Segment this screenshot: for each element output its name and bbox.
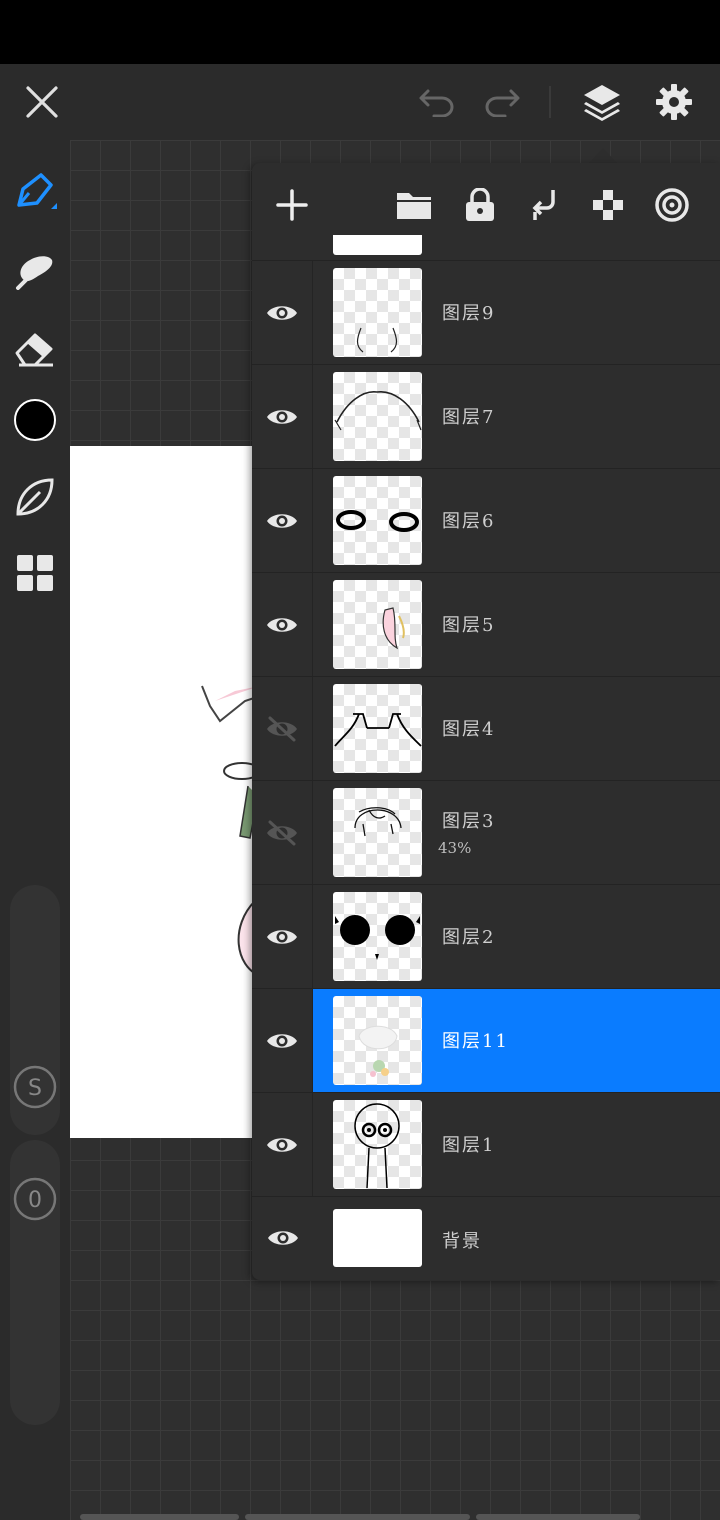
eye-icon[interactable] — [252, 365, 313, 468]
close-icon[interactable] — [20, 80, 64, 124]
layer-list: 图层9 图层7 图层6 图层5 图层4 图层3 43% 图层2 图层11 图层1… — [252, 235, 720, 1279]
eye-icon[interactable] — [252, 989, 313, 1092]
layer-thumbnail — [333, 996, 422, 1085]
layer-thumbnail — [333, 372, 422, 461]
layer-thumbnail — [333, 788, 422, 877]
left-toolbar: S 0 — [0, 140, 70, 1520]
redo-icon[interactable] — [480, 80, 524, 124]
layer-name: 图层3 — [442, 811, 496, 832]
lock-icon[interactable] — [458, 183, 502, 227]
layer-opacity: 43% — [438, 839, 472, 857]
layer-row[interactable]: 图层9 — [252, 261, 720, 365]
layer-row[interactable]: 图层6 — [252, 469, 720, 573]
layer-thumbnail — [333, 268, 422, 357]
layer-name: 图层9 — [442, 303, 496, 324]
eye-icon[interactable] — [252, 261, 313, 364]
undo-icon[interactable] — [415, 80, 459, 124]
leaf-icon[interactable] — [10, 472, 60, 522]
layer-thumbnail — [333, 476, 422, 565]
layer-name: 图层7 — [442, 407, 496, 428]
layer-thumbnail — [333, 1100, 422, 1189]
svg-text:S: S — [28, 1076, 42, 1101]
grid-icon[interactable] — [10, 548, 60, 598]
folder-icon[interactable] — [392, 183, 436, 227]
background-layer-row[interactable]: 背景 — [252, 1197, 720, 1279]
brush-size-indicator: S — [10, 1062, 60, 1112]
eye-icon[interactable] — [252, 885, 313, 988]
layer-thumbnail — [333, 892, 422, 981]
layer-row[interactable]: 图层11 — [252, 989, 720, 1093]
status-bar — [0, 0, 720, 64]
layer-name: 图层11 — [442, 1031, 509, 1052]
layer-thumbnail — [333, 580, 422, 669]
layer-row[interactable]: 图层2 — [252, 885, 720, 989]
layer-thumbnail — [333, 684, 422, 773]
svg-text:0: 0 — [28, 1188, 42, 1213]
layers-panel: 图层9 图层7 图层6 图层5 图层4 图层3 43% 图层2 图层11 图层1… — [252, 163, 720, 1280]
layers-icon[interactable] — [580, 80, 624, 124]
opacity-indicator: 0 — [10, 1174, 60, 1224]
eye-icon[interactable] — [252, 1093, 313, 1196]
eye-off-icon[interactable] — [252, 677, 313, 780]
layer-row[interactable]: 图层3 43% — [252, 781, 720, 885]
layer-name: 背景 — [442, 1231, 482, 1252]
layers-panel-header — [252, 163, 720, 245]
layer-thumbnail — [333, 1209, 422, 1267]
eye-icon[interactable] — [252, 573, 313, 676]
bottom-handles — [80, 1514, 641, 1520]
list-item[interactable] — [252, 235, 720, 261]
eye-icon[interactable] — [252, 1197, 313, 1279]
checker-icon[interactable] — [586, 183, 630, 227]
eraser-icon[interactable] — [10, 322, 60, 372]
color-swatch[interactable] — [10, 395, 60, 445]
panel-pointer — [589, 148, 617, 163]
layer-name: 图层6 — [442, 511, 496, 532]
pen-icon[interactable] — [10, 166, 60, 216]
gear-icon[interactable] — [652, 80, 696, 124]
layer-row[interactable]: 图层1 — [252, 1093, 720, 1197]
top-toolbar — [0, 64, 720, 140]
toolbar-divider — [549, 86, 551, 118]
layer-row[interactable]: 图层5 — [252, 573, 720, 677]
layer-row[interactable]: 图层7 — [252, 365, 720, 469]
eye-off-icon[interactable] — [252, 781, 313, 884]
merge-down-icon[interactable] — [522, 183, 566, 227]
layer-name: 图层4 — [442, 719, 496, 740]
drawing-canvas[interactable] — [70, 446, 261, 1138]
layer-name: 图层2 — [442, 927, 496, 948]
add-layer-icon[interactable] — [270, 183, 314, 227]
smudge-icon[interactable] — [10, 244, 60, 294]
layer-name: 图层1 — [442, 1135, 496, 1156]
target-icon[interactable] — [650, 183, 694, 227]
layer-thumbnail — [333, 235, 422, 255]
eye-icon[interactable] — [252, 469, 313, 572]
layer-name: 图层5 — [442, 615, 496, 636]
layer-row[interactable]: 图层4 — [252, 677, 720, 781]
